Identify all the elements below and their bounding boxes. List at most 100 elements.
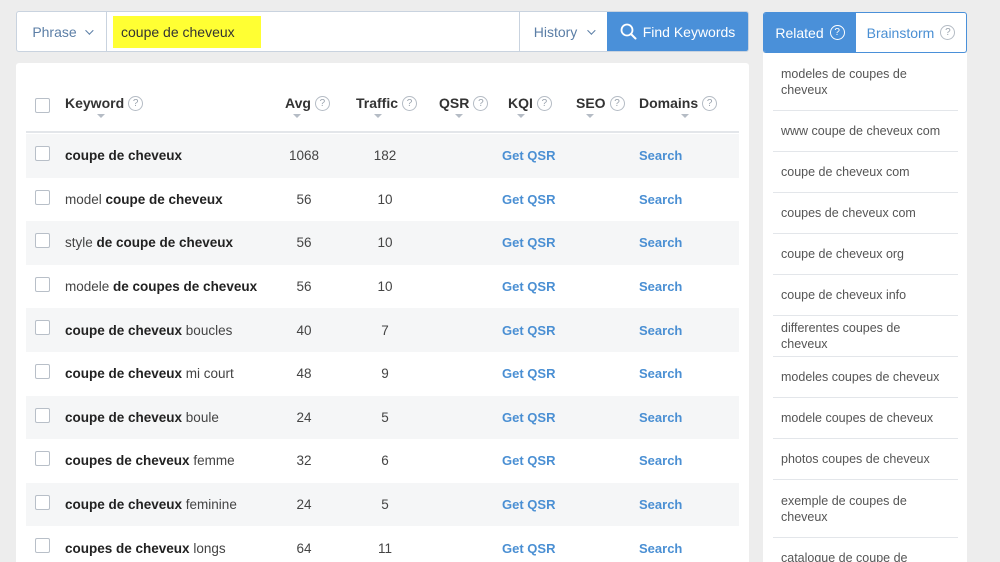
keyword-cell: model coupe de cheveux bbox=[65, 178, 223, 222]
table-row: style de coupe de cheveux 56 10 Get QSR Sear… bbox=[26, 221, 739, 265]
traffic-cell: 11 bbox=[377, 540, 392, 556]
domains-search-link[interactable]: Search bbox=[639, 265, 682, 309]
avg-cell: 24 bbox=[296, 409, 312, 425]
get-qsr-link[interactable]: Get QSR bbox=[502, 526, 555, 562]
table-header: Keyword ? Avg ? Traffic ? QSR ? KQI ? SE… bbox=[26, 63, 739, 133]
related-keyword-item[interactable]: modeles de coupes de cheveux bbox=[773, 53, 958, 111]
row-checkbox[interactable] bbox=[35, 494, 50, 510]
related-keyword-item[interactable]: exemple de coupes de cheveux bbox=[773, 480, 958, 538]
related-keyword-item[interactable]: modeles coupes de cheveux bbox=[773, 357, 958, 398]
keyword-cell: coupes de cheveux longs bbox=[65, 526, 226, 562]
get-qsr-link[interactable]: Get QSR bbox=[502, 265, 555, 309]
row-checkbox[interactable] bbox=[35, 407, 50, 423]
get-qsr-link[interactable]: Get QSR bbox=[502, 396, 555, 440]
row-checkbox[interactable] bbox=[35, 189, 50, 205]
sort-arrow-icon bbox=[517, 114, 525, 118]
help-icon[interactable]: ? bbox=[702, 95, 718, 111]
get-qsr-link[interactable]: Get QSR bbox=[502, 483, 555, 527]
row-checkbox[interactable] bbox=[35, 538, 50, 554]
keyword-cell: modele de coupes de cheveux bbox=[65, 265, 257, 309]
chevron-down-icon bbox=[587, 25, 596, 35]
related-keyword-item[interactable]: catalogue de coupe de bbox=[773, 538, 958, 562]
get-qsr-link[interactable]: Get QSR bbox=[502, 221, 555, 265]
domains-search-link[interactable]: Search bbox=[639, 308, 682, 352]
history-dropdown[interactable]: History bbox=[519, 12, 607, 51]
traffic-cell: 9 bbox=[381, 366, 389, 382]
domains-search-link[interactable]: Search bbox=[639, 352, 682, 396]
keyword-cell: coupe de cheveux mi court bbox=[65, 352, 234, 396]
col-header-keyword[interactable]: Keyword ? bbox=[65, 95, 144, 118]
keyword-suffix: longs bbox=[189, 540, 226, 556]
sort-arrow-icon bbox=[586, 114, 594, 118]
traffic-cell: 5 bbox=[381, 497, 389, 513]
related-keyword-item[interactable]: differentes coupes de cheveux bbox=[773, 316, 958, 357]
related-keyword-item[interactable]: photos coupes de cheveux bbox=[773, 439, 958, 480]
table-body: coupe de cheveux 1068 182 Get QSR Search mode… bbox=[26, 134, 739, 562]
domains-search-link[interactable]: Search bbox=[639, 526, 682, 562]
table-row: model coupe de cheveux 56 10 Get QSR Search bbox=[26, 178, 739, 222]
traffic-cell: 182 bbox=[373, 148, 397, 164]
col-header-traffic-label: Traffic bbox=[356, 95, 399, 111]
col-header-traffic[interactable]: Traffic ? bbox=[356, 95, 418, 118]
keyword-match: coupe de cheveux bbox=[65, 497, 183, 513]
domains-search-link[interactable]: Search bbox=[639, 396, 682, 440]
traffic-cell: 5 bbox=[381, 409, 389, 425]
help-icon[interactable]: ? bbox=[940, 25, 956, 40]
search-icon bbox=[620, 23, 637, 40]
keyword-cell: coupe de cheveux feminine bbox=[65, 483, 237, 527]
row-checkbox[interactable] bbox=[35, 363, 50, 379]
sort-arrow-icon bbox=[97, 114, 105, 118]
row-checkbox[interactable] bbox=[35, 233, 50, 249]
get-qsr-link[interactable]: Get QSR bbox=[502, 134, 555, 178]
col-header-domains[interactable]: Domains ? bbox=[639, 95, 718, 118]
domains-search-link[interactable]: Search bbox=[639, 134, 682, 178]
keyword-suffix: mi court bbox=[182, 366, 234, 382]
avg-cell: 56 bbox=[296, 191, 312, 207]
help-icon[interactable]: ? bbox=[314, 95, 330, 111]
table-row: coupe de cheveux 1068 182 Get QSR Search bbox=[26, 134, 739, 178]
phrase-mode-dropdown[interactable]: Phrase bbox=[17, 12, 107, 51]
find-keywords-button[interactable]: Find Keywords bbox=[607, 12, 748, 51]
keyword-search-input[interactable] bbox=[113, 15, 261, 48]
related-keyword-item[interactable]: modele coupes de cheveux bbox=[773, 398, 958, 439]
help-icon[interactable]: ? bbox=[829, 25, 845, 40]
traffic-cell: 7 bbox=[381, 322, 389, 338]
select-all-checkbox[interactable] bbox=[35, 98, 50, 113]
domains-search-link[interactable]: Search bbox=[639, 178, 682, 222]
row-checkbox[interactable] bbox=[35, 146, 50, 161]
tab-related-label: Related bbox=[775, 24, 824, 41]
related-keyword-item[interactable]: coupes de cheveux com bbox=[773, 193, 958, 234]
keyword-match: coupe de cheveux bbox=[65, 409, 183, 425]
related-keyword-item[interactable]: www coupe de cheveux com bbox=[773, 111, 958, 152]
related-keyword-item[interactable]: coupe de cheveux com bbox=[773, 152, 958, 193]
domains-search-link[interactable]: Search bbox=[639, 483, 682, 527]
help-icon[interactable]: ? bbox=[402, 95, 418, 111]
domains-search-link[interactable]: Search bbox=[639, 221, 682, 265]
keyword-cell: style de coupe de cheveux bbox=[65, 221, 233, 265]
row-checkbox[interactable] bbox=[35, 276, 50, 292]
related-keyword-item[interactable]: coupe de cheveux info bbox=[773, 275, 958, 316]
get-qsr-link[interactable]: Get QSR bbox=[502, 439, 555, 483]
search-bar: Phrase History Find Keywords bbox=[16, 11, 749, 52]
tab-brainstorm[interactable]: Brainstorm ? bbox=[856, 13, 966, 52]
help-icon[interactable]: ? bbox=[473, 95, 489, 111]
chevron-down-icon bbox=[84, 25, 94, 35]
get-qsr-link[interactable]: Get QSR bbox=[502, 352, 555, 396]
col-header-kqi[interactable]: KQI ? bbox=[508, 95, 552, 118]
col-header-avg[interactable]: Avg ? bbox=[285, 95, 330, 118]
domains-search-link[interactable]: Search bbox=[639, 439, 682, 483]
help-icon[interactable]: ? bbox=[536, 95, 552, 111]
traffic-cell: 6 bbox=[381, 453, 389, 469]
col-header-qsr[interactable]: QSR ? bbox=[439, 95, 489, 118]
col-header-seo[interactable]: SEO ? bbox=[576, 95, 625, 118]
phrase-mode-label: Phrase bbox=[32, 23, 77, 40]
get-qsr-link[interactable]: Get QSR bbox=[502, 178, 555, 222]
row-checkbox[interactable] bbox=[35, 320, 50, 336]
row-checkbox[interactable] bbox=[35, 451, 50, 467]
col-header-avg-label: Avg bbox=[285, 95, 311, 111]
help-icon[interactable]: ? bbox=[128, 95, 144, 111]
tab-related[interactable]: Related ? bbox=[764, 13, 856, 52]
related-keyword-item[interactable]: coupe de cheveux org bbox=[773, 234, 958, 275]
get-qsr-link[interactable]: Get QSR bbox=[502, 308, 555, 352]
help-icon[interactable]: ? bbox=[609, 95, 625, 111]
